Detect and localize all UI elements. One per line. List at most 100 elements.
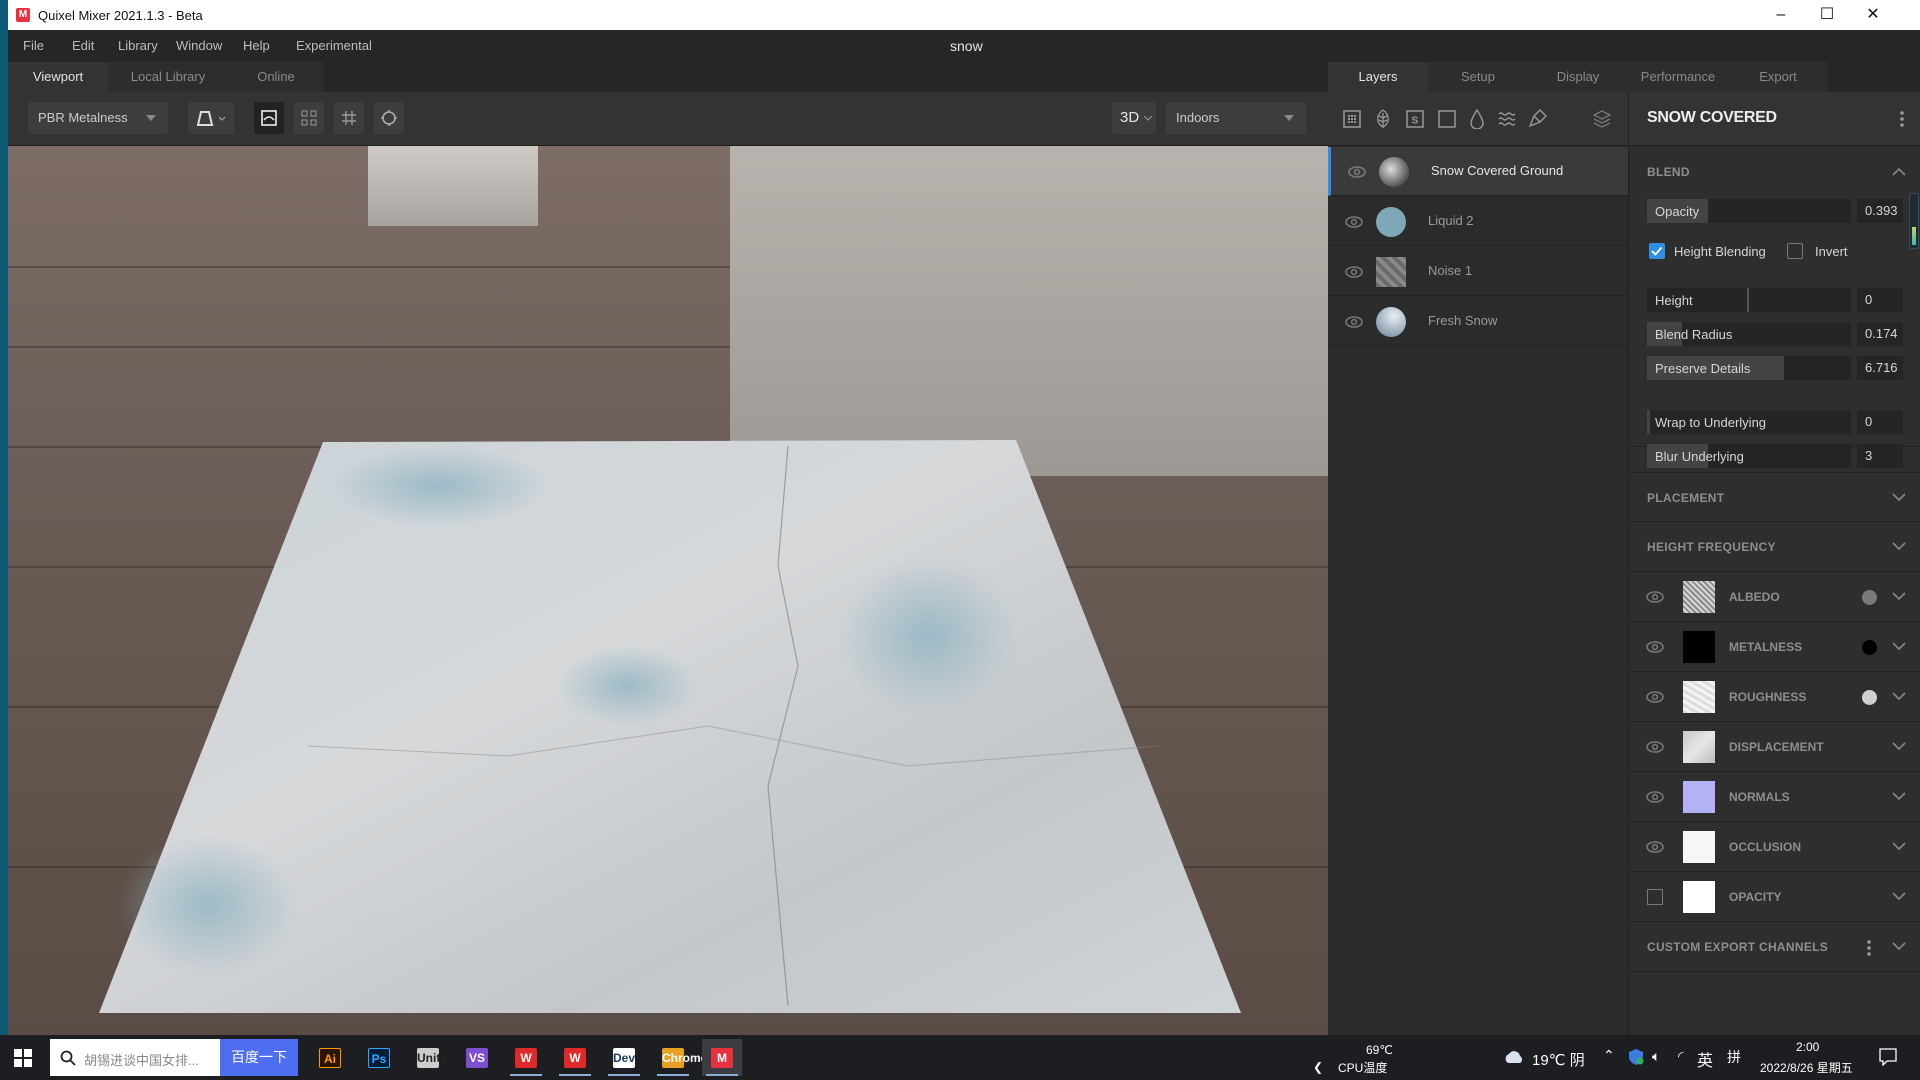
wrap-to-underlying-slider[interactable]: Wrap to Underlying bbox=[1647, 410, 1851, 434]
menu-library[interactable]: Library bbox=[118, 38, 158, 53]
channel-color-swatch[interactable] bbox=[1862, 690, 1877, 705]
environment-select[interactable]: Indoors bbox=[1166, 102, 1306, 134]
mesh-shape-button[interactable] bbox=[188, 102, 234, 134]
windows-start-icon[interactable] bbox=[14, 1049, 32, 1067]
weather-text[interactable]: 19℃ 阴 bbox=[1532, 1049, 1585, 1070]
2d-preview-button[interactable] bbox=[254, 102, 284, 134]
eye-icon[interactable] bbox=[1347, 162, 1367, 182]
liquid-icon[interactable] bbox=[1470, 109, 1484, 129]
wrap-to-underlying-value[interactable]: 0 bbox=[1857, 410, 1903, 434]
baidu-search-button[interactable]: 百度一下 bbox=[220, 1039, 298, 1076]
clock-date[interactable]: 2022/8/26 星期五 bbox=[1760, 1059, 1853, 1076]
preserve-details-value[interactable]: 6.716 bbox=[1857, 356, 1903, 380]
wifi-icon[interactable]: ◜ bbox=[1678, 1048, 1683, 1065]
channel-row-normals[interactable]: NORMALS bbox=[1629, 772, 1920, 822]
chevron-down-icon[interactable] bbox=[1891, 588, 1907, 604]
channel-row-metalness[interactable]: METALNESS bbox=[1629, 622, 1920, 672]
menu-window[interactable]: Window bbox=[176, 38, 222, 53]
tab-performance[interactable]: Performance bbox=[1628, 62, 1728, 92]
chevron-down-icon[interactable] bbox=[1891, 638, 1907, 654]
menu-file[interactable]: File bbox=[23, 38, 44, 53]
tab-display[interactable]: Display bbox=[1528, 62, 1628, 92]
channel-row-opacity[interactable]: OPACITY bbox=[1629, 872, 1920, 922]
target-button[interactable] bbox=[374, 102, 404, 134]
chevron-up-icon[interactable] bbox=[1892, 167, 1906, 177]
tab-viewport[interactable]: Viewport bbox=[8, 62, 108, 92]
tab-layers[interactable]: Layers bbox=[1328, 62, 1428, 92]
eye-icon[interactable] bbox=[1344, 212, 1364, 232]
eye-icon[interactable] bbox=[1645, 737, 1665, 757]
search-box[interactable]: 胡锡进谈中国女排... bbox=[50, 1039, 220, 1076]
smart-material-icon[interactable]: S bbox=[1406, 110, 1424, 128]
taskbar-app-visual-studio[interactable]: VS bbox=[457, 1039, 497, 1076]
channel-row-albedo[interactable]: ALBEDO bbox=[1629, 572, 1920, 622]
preserve-details-slider[interactable]: Preserve Details bbox=[1647, 356, 1851, 380]
ime-language[interactable]: 英 bbox=[1697, 1047, 1713, 1071]
placement-section-header[interactable]: PLACEMENT bbox=[1629, 472, 1920, 522]
custom-export-channels-header[interactable]: CUSTOM EXPORT CHANNELS bbox=[1629, 922, 1920, 972]
maximize-button[interactable]: ☐ bbox=[1804, 0, 1850, 30]
grid-hash-button[interactable] bbox=[334, 102, 364, 134]
channel-row-roughness[interactable]: ROUGHNESS bbox=[1629, 672, 1920, 722]
tab-local-library[interactable]: Local Library bbox=[108, 62, 228, 92]
taskbar-app-quixel-mixer[interactable]: M bbox=[702, 1039, 742, 1076]
tab-online[interactable]: Online bbox=[228, 62, 324, 92]
eye-icon[interactable] bbox=[1645, 837, 1665, 857]
height-frequency-section-header[interactable]: HEIGHT FREQUENCY bbox=[1629, 522, 1920, 572]
blur-underlying-value[interactable]: 3 bbox=[1857, 444, 1903, 468]
chevron-down-icon[interactable] bbox=[1891, 738, 1907, 754]
minimize-button[interactable]: – bbox=[1758, 0, 1804, 30]
notification-icon[interactable] bbox=[1879, 1048, 1897, 1066]
menu-experimental[interactable]: Experimental bbox=[296, 38, 372, 53]
layer-item-noise-1[interactable]: Noise 1 bbox=[1328, 247, 1628, 296]
view-mode-select[interactable]: 3D bbox=[1112, 102, 1156, 134]
volume-icon[interactable]: 🔈︎ bbox=[1652, 1048, 1660, 1065]
menu-edit[interactable]: Edit bbox=[72, 38, 94, 53]
channel-row-occlusion[interactable]: OCCLUSION bbox=[1629, 822, 1920, 872]
tab-export[interactable]: Export bbox=[1728, 62, 1828, 92]
channel-color-swatch[interactable] bbox=[1862, 640, 1877, 655]
tab-setup[interactable]: Setup bbox=[1428, 62, 1528, 92]
ime-mode[interactable]: 拼 bbox=[1727, 1047, 1741, 1067]
more-options-icon[interactable] bbox=[1866, 939, 1872, 957]
leaf-icon[interactable] bbox=[1375, 109, 1391, 129]
eye-icon[interactable] bbox=[1344, 262, 1364, 282]
opacity-value[interactable]: 0.393 bbox=[1857, 199, 1903, 223]
3d-viewport[interactable] bbox=[8, 146, 1328, 1035]
clock-time[interactable]: 2:00 bbox=[1796, 1040, 1819, 1054]
eye-icon[interactable] bbox=[1645, 587, 1665, 607]
noise-icon[interactable] bbox=[1498, 110, 1516, 128]
height-blending-checkbox[interactable] bbox=[1649, 243, 1665, 259]
eye-icon[interactable] bbox=[1645, 787, 1665, 807]
layer-item-snow-covered-ground[interactable]: Snow Covered Ground bbox=[1328, 147, 1628, 196]
eye-icon[interactable] bbox=[1344, 312, 1364, 332]
taskbar-app-dev-tool[interactable]: Dev bbox=[604, 1039, 644, 1076]
invert-checkbox[interactable] bbox=[1787, 243, 1803, 259]
blend-radius-value[interactable]: 0.174 bbox=[1857, 322, 1903, 346]
height-slider[interactable]: Height bbox=[1647, 288, 1851, 312]
taskbar-app-unity[interactable]: Unity bbox=[408, 1039, 448, 1076]
eye-icon[interactable] bbox=[1645, 637, 1665, 657]
opacity-slider[interactable]: Opacity bbox=[1647, 199, 1851, 223]
layer-stack-icon[interactable] bbox=[1592, 109, 1612, 129]
eye-icon[interactable] bbox=[1645, 687, 1665, 707]
visibility-checkbox[interactable] bbox=[1647, 889, 1663, 905]
close-button[interactable]: ✕ bbox=[1850, 0, 1896, 30]
taskbar-app-wps[interactable]: W bbox=[506, 1039, 546, 1076]
layer-item-fresh-snow[interactable]: Fresh Snow bbox=[1328, 297, 1628, 346]
grid-2x2-button[interactable] bbox=[294, 102, 324, 134]
workflow-select[interactable]: PBR Metalness bbox=[28, 102, 168, 134]
taskbar-app-photoshop[interactable]: Ps bbox=[359, 1039, 399, 1076]
surface-icon[interactable] bbox=[1343, 110, 1361, 128]
chevron-down-icon[interactable] bbox=[1891, 788, 1907, 804]
menu-help[interactable]: Help bbox=[243, 38, 270, 53]
taskbar-app-chrome[interactable]: Chrome bbox=[653, 1039, 707, 1076]
channel-color-swatch[interactable] bbox=[1862, 590, 1877, 605]
chevron-down-icon[interactable] bbox=[1891, 888, 1907, 904]
blend-radius-slider[interactable]: Blend Radius bbox=[1647, 322, 1851, 346]
tray-expand-icon[interactable]: ❮ bbox=[1313, 1060, 1323, 1074]
chevron-down-icon[interactable] bbox=[1891, 688, 1907, 704]
security-shield-icon[interactable] bbox=[1628, 1048, 1644, 1066]
more-options-icon[interactable] bbox=[1899, 110, 1905, 128]
blur-underlying-slider[interactable]: Blur Underlying bbox=[1647, 444, 1851, 468]
